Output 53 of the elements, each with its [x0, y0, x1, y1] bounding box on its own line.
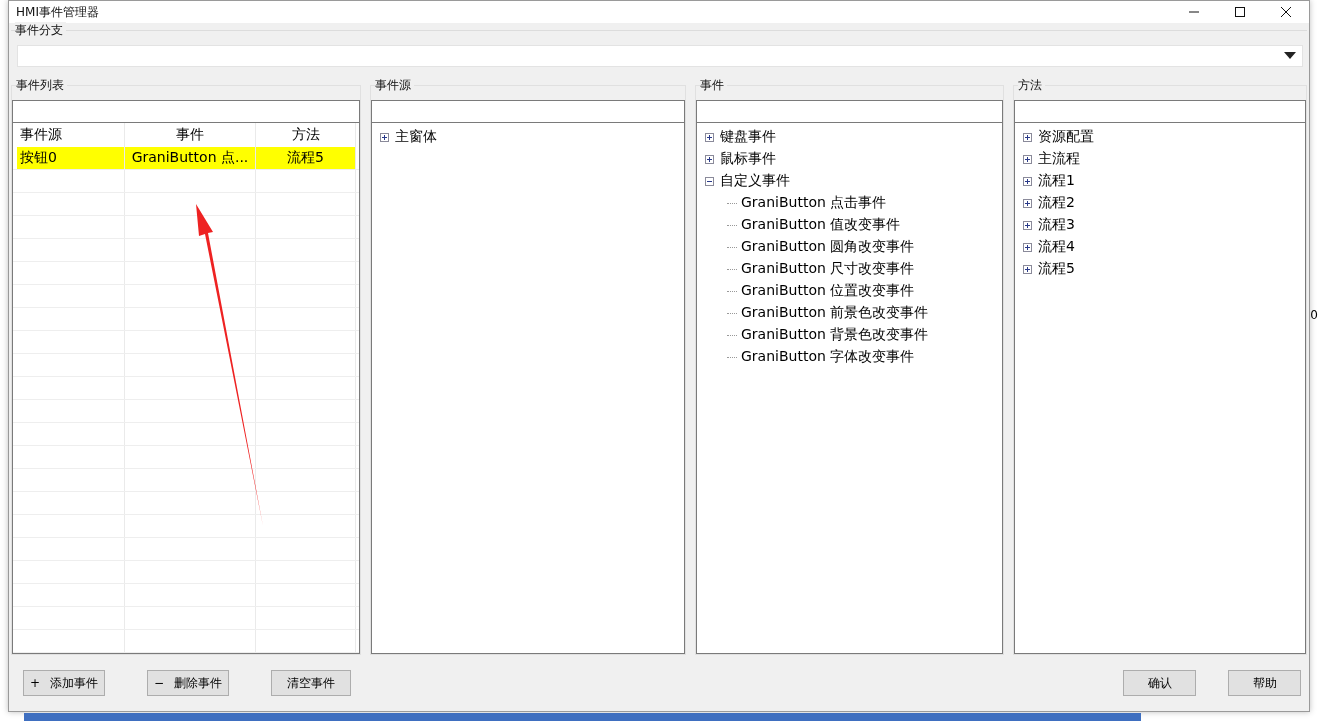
window-title: HMI事件管理器: [16, 3, 99, 21]
action-button[interactable]: 清空事件: [271, 670, 352, 696]
expand-icon[interactable]: [1023, 264, 1032, 274]
action-button[interactable]: − 删除事件: [147, 670, 230, 696]
collapse-icon[interactable]: [705, 176, 714, 186]
expand-icon[interactable]: [380, 132, 389, 142]
tree-item[interactable]: 流程5: [1038, 260, 1075, 278]
tree-item[interactable]: 流程1: [1038, 172, 1075, 190]
tree-item[interactable]: GraniButton 字体改变事件: [741, 348, 915, 366]
tree-item[interactable]: GraniButton 背景色改变事件: [741, 326, 929, 344]
tree-item[interactable]: GraniButton 点击事件: [741, 194, 887, 212]
group-label: 事件源: [375, 77, 414, 94]
filter-field[interactable]: [1014, 100, 1306, 122]
expand-icon[interactable]: [705, 132, 714, 142]
tree-item[interactable]: GraniButton 圆角改变事件: [741, 238, 915, 256]
tree-item[interactable]: 鼠标事件: [720, 150, 776, 168]
table-cell: 流程5: [256, 147, 356, 169]
table-cell: GraniButton 点...: [125, 147, 256, 169]
maximize-icon[interactable]: [1234, 6, 1246, 18]
tree-item[interactable]: GraniButton 位置改变事件: [741, 282, 915, 300]
tree-item[interactable]: 键盘事件: [720, 128, 776, 146]
tree-item[interactable]: 流程2: [1038, 194, 1075, 212]
group-label: 事件列表: [16, 77, 67, 94]
group-label: 事件: [700, 77, 727, 94]
action-button[interactable]: 确认: [1123, 670, 1196, 696]
tree-item[interactable]: 资源配置: [1038, 128, 1094, 146]
filter-field[interactable]: [371, 100, 685, 122]
tree-item[interactable]: GraniButton 值改变事件: [741, 216, 901, 234]
action-button[interactable]: + 添加事件: [23, 670, 106, 696]
expand-icon[interactable]: [705, 154, 714, 164]
background-text: 0: [1310, 308, 1318, 322]
expand-icon[interactable]: [1023, 198, 1032, 208]
tree-item[interactable]: 流程3: [1038, 216, 1075, 234]
expand-icon[interactable]: [1023, 132, 1032, 142]
filter-field[interactable]: [12, 100, 360, 122]
group-label: 事件分支: [15, 22, 66, 39]
expand-icon[interactable]: [1023, 242, 1032, 252]
filter-field[interactable]: [696, 100, 1003, 122]
tree-item[interactable]: 自定义事件: [720, 172, 790, 190]
table-cell: 按钮0: [17, 147, 125, 169]
expand-icon[interactable]: [1023, 154, 1032, 164]
table-row[interactable]: 按钮0 GraniButton 点... 流程5: [13, 147, 359, 170]
expand-icon[interactable]: [1023, 220, 1032, 230]
action-button[interactable]: 帮助: [1228, 670, 1301, 696]
tree-item[interactable]: GraniButton 前景色改变事件: [741, 304, 929, 322]
tree-item[interactable]: 主窗体: [395, 128, 437, 146]
group-label: 方法: [1018, 77, 1045, 94]
tree-item[interactable]: 主流程: [1038, 150, 1080, 168]
expand-icon[interactable]: [1023, 176, 1032, 186]
tree-item[interactable]: GraniButton 尺寸改变事件: [741, 260, 915, 278]
close-icon[interactable]: [1280, 6, 1292, 18]
tree-item[interactable]: 流程4: [1038, 238, 1075, 256]
dropdown-arrow-icon: [1284, 52, 1296, 60]
